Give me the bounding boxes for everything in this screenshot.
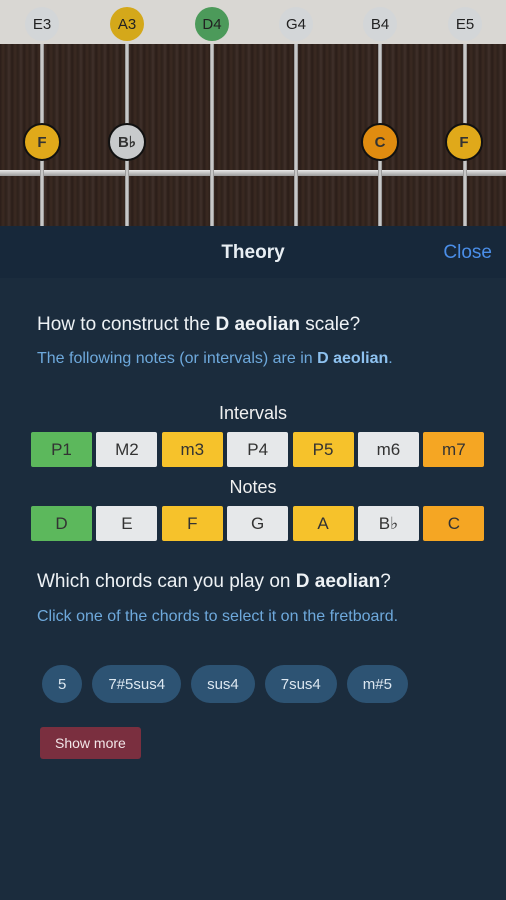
chord-list: 5 7#5sus4 sus4 7sus4 m#5: [42, 665, 418, 703]
show-more-button[interactable]: Show more: [40, 727, 141, 759]
chord-chip[interactable]: sus4: [191, 665, 255, 703]
interval-cell[interactable]: P1: [31, 432, 92, 467]
open-note-string-4[interactable]: G4: [279, 7, 313, 41]
chord-chip[interactable]: m#5: [346, 665, 408, 703]
chord-chip[interactable]: 7#5sus4: [92, 665, 182, 703]
fretboard-nut: [0, 0, 506, 44]
fretboard[interactable]: E3 A3 D4 G4 B4 E5 F B♭ C F: [0, 0, 506, 226]
intervals-row: P1 M2 m3 P4 P5 m6 m7: [31, 432, 489, 467]
note-cell[interactable]: B♭: [357, 506, 419, 541]
open-note-string-6[interactable]: E5: [448, 7, 482, 41]
open-note-string-5[interactable]: B4: [363, 7, 397, 41]
construct-subtitle: The following notes (or intervals) are i…: [37, 350, 393, 367]
chord-chip[interactable]: 5: [42, 665, 83, 703]
open-note-string-1[interactable]: E3: [25, 7, 59, 41]
string: [210, 44, 214, 226]
interval-cell[interactable]: P4: [227, 432, 289, 467]
notes-row: D E F G A B♭ C: [31, 506, 489, 541]
note-cell[interactable]: A: [292, 506, 354, 541]
construct-question: How to construct the D aeolian scale?: [37, 314, 361, 335]
note-cell[interactable]: C: [423, 506, 485, 541]
fret-note[interactable]: B♭: [108, 123, 146, 161]
note-cell[interactable]: F: [161, 506, 223, 541]
close-button[interactable]: Close: [443, 242, 492, 264]
chord-chip[interactable]: 7sus4: [264, 665, 337, 703]
open-note-string-3[interactable]: D4: [195, 7, 229, 41]
chords-question: Which chords can you play on D aeolian?: [37, 571, 391, 592]
note-cell[interactable]: E: [96, 506, 158, 541]
fret-note[interactable]: F: [445, 123, 483, 161]
fret-wire: [0, 170, 506, 176]
interval-cell[interactable]: m7: [423, 432, 485, 467]
interval-cell[interactable]: m3: [161, 432, 223, 467]
string: [294, 44, 298, 226]
chords-hint: Click one of the chords to select it on …: [37, 608, 399, 625]
note-cell[interactable]: D: [31, 506, 92, 541]
notes-label: Notes: [229, 477, 277, 497]
panel-title: Theory: [221, 242, 285, 263]
fret-note[interactable]: F: [23, 123, 61, 161]
fretboard-wood: [0, 44, 506, 226]
interval-cell[interactable]: P5: [292, 432, 354, 467]
fret-note[interactable]: C: [361, 123, 399, 161]
interval-cell[interactable]: m6: [357, 432, 419, 467]
note-cell[interactable]: G: [227, 506, 289, 541]
intervals-label: Intervals: [218, 403, 288, 423]
interval-cell[interactable]: M2: [96, 432, 158, 467]
open-note-string-2[interactable]: A3: [110, 7, 144, 41]
